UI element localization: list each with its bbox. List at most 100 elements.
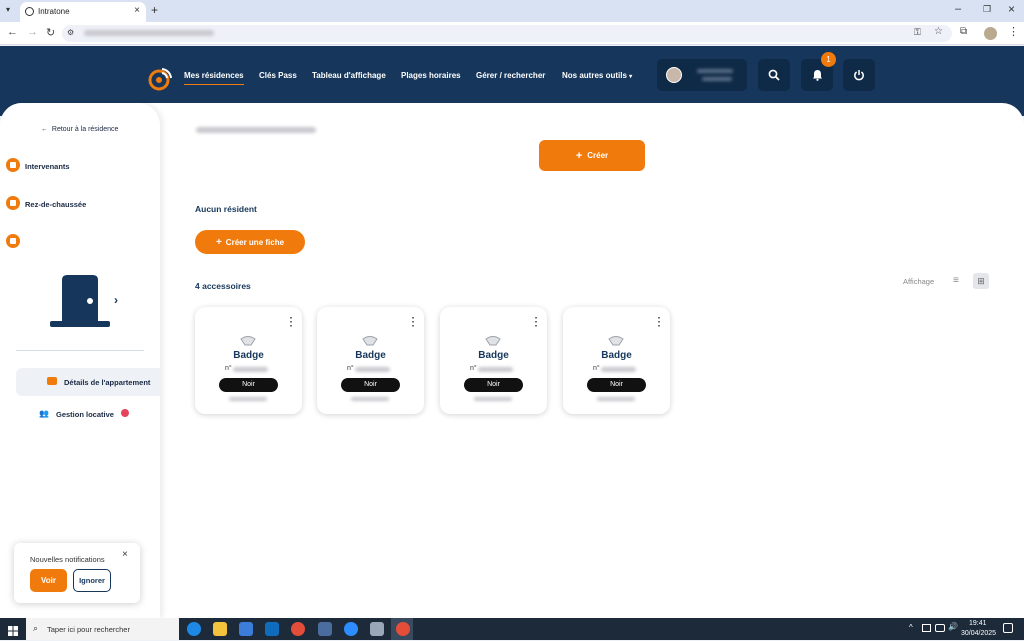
sidebar-item-rez-de-chaussee[interactable]: Rez-de-chaussée	[25, 200, 86, 209]
minimize-icon[interactable]: –	[955, 3, 961, 15]
grid-view-icon[interactable]: ⊞	[973, 273, 989, 289]
browser-menu-icon[interactable]: ⋮	[1008, 25, 1019, 38]
accessory-card[interactable]: · · · Badge n° Noir	[563, 307, 670, 414]
network-icon[interactable]	[935, 624, 945, 632]
intratone-favicon-icon	[25, 7, 34, 16]
card-number-prefix: n°	[470, 365, 477, 372]
file-explorer-icon[interactable]	[213, 622, 227, 636]
logout-button[interactable]	[843, 59, 875, 91]
tray-app-icon[interactable]	[922, 624, 931, 632]
no-resident-heading: Aucun résident	[195, 204, 257, 214]
apartment-title-redacted	[196, 127, 316, 133]
user-avatar	[666, 67, 682, 83]
accessory-card[interactable]: · · · Badge n° Noir	[440, 307, 547, 414]
restore-icon[interactable]: ❐	[983, 4, 991, 15]
menu-cles-pass[interactable]: Clés Pass	[259, 71, 297, 80]
search-icon: ⌕	[33, 623, 39, 633]
star-icon[interactable]: ☆	[934, 26, 943, 37]
chevron-right-icon[interactable]: ›	[114, 293, 118, 307]
menu-tableau-affichage[interactable]: Tableau d'affichage	[312, 71, 386, 80]
card-color-pill: Noir	[219, 378, 278, 392]
bookmark-icon	[6, 158, 20, 172]
badge-icon	[485, 336, 501, 346]
more-options-icon[interactable]: · · ·	[290, 314, 293, 332]
taskbar-search-box[interactable]: ⌕ Taper ici pour rechercher	[26, 618, 179, 640]
edge-icon[interactable]	[187, 622, 201, 636]
nav-apartment-details[interactable]: Détails de l'appartement	[16, 368, 160, 396]
address-bar[interactable]: ⚙ ⚿ ☆	[62, 25, 952, 42]
tray-chevron-icon[interactable]: ^	[909, 623, 913, 632]
menu-nos-autres-outils[interactable]: Nos autres outils ▾	[562, 71, 632, 80]
nav-rental-management[interactable]: Gestion locative	[56, 410, 114, 419]
store-icon[interactable]	[239, 622, 253, 636]
card-date-redacted	[597, 397, 635, 401]
action-center-icon[interactable]	[1003, 623, 1013, 633]
volume-icon[interactable]: 🔊	[948, 622, 958, 631]
back-arrow-icon[interactable]: ←	[7, 26, 18, 38]
more-options-icon[interactable]: · · ·	[412, 314, 415, 332]
notification-title: Nouvelles notifications	[30, 555, 105, 564]
briefcase-icon	[47, 377, 57, 385]
intratone-logo-icon[interactable]	[148, 65, 174, 91]
more-options-icon[interactable]: · · ·	[535, 314, 538, 332]
badge-icon	[608, 336, 624, 346]
clock-date[interactable]: 30/04/2025	[961, 630, 996, 637]
location-pin-icon	[6, 196, 20, 210]
chrome-active-icon[interactable]	[396, 622, 410, 636]
card-number-prefix: n°	[225, 365, 232, 372]
browser-tab[interactable]: Intratone ×	[20, 2, 146, 22]
back-to-residence-label: Retour à la résidence	[51, 126, 119, 133]
new-tab-icon[interactable]: +	[151, 3, 158, 17]
tab-title: Intratone	[38, 7, 70, 16]
ignore-notifications-button[interactable]: Ignorer	[73, 569, 111, 592]
close-icon[interactable]: ×	[122, 549, 128, 560]
sidebar	[0, 103, 160, 618]
nav-apartment-details-label: Détails de l'appartement	[64, 378, 151, 387]
list-view-icon[interactable]: ≡	[953, 275, 959, 286]
zoom-icon[interactable]	[344, 622, 358, 636]
extensions-icon[interactable]: ⧉	[960, 26, 967, 37]
create-sheet-button[interactable]: + Créer une fiche	[195, 230, 305, 254]
chat-bubble-icon[interactable]	[6, 234, 20, 248]
create-button[interactable]: + Créer	[539, 140, 645, 171]
app-icon[interactable]	[318, 622, 332, 636]
profile-avatar[interactable]	[984, 27, 997, 40]
tab-list-icon[interactable]: ▾	[6, 5, 10, 14]
accessory-card[interactable]: · · · Badge n° Noir	[317, 307, 424, 414]
site-settings-icon[interactable]: ⚙	[67, 28, 74, 37]
reload-icon[interactable]: ↻	[46, 26, 55, 39]
taskbar-search-placeholder: Taper ici pour rechercher	[47, 625, 130, 634]
close-tab-icon[interactable]: ×	[134, 5, 140, 16]
menu-gerer-rechercher[interactable]: Gérer / rechercher	[476, 71, 545, 80]
plus-icon: +	[575, 149, 583, 162]
user-account-button[interactable]	[657, 59, 747, 91]
card-color-pill: Noir	[464, 378, 523, 392]
windows-start-icon[interactable]	[8, 623, 18, 636]
outlook-icon[interactable]	[265, 622, 279, 636]
menu-mes-residences[interactable]: Mes résidences	[184, 71, 244, 85]
back-to-residence-link[interactable]: ← Retour à la résidence	[41, 126, 118, 133]
notification-count-badge: 1	[821, 52, 836, 67]
create-sheet-label: Créer une fiche	[225, 237, 285, 247]
menu-plages-horaires[interactable]: Plages horaires	[401, 71, 461, 80]
app-icon[interactable]	[370, 622, 384, 636]
sidebar-item-intervenants[interactable]: Intervenants	[25, 162, 70, 171]
window-close-icon[interactable]: ×	[1008, 2, 1015, 16]
key-icon[interactable]: ⚿	[914, 27, 921, 38]
card-number-redacted	[478, 367, 513, 372]
card-name: Badge	[355, 350, 386, 361]
badge-icon	[240, 336, 256, 346]
see-notifications-button[interactable]: Voir	[30, 569, 67, 592]
card-number: n°	[470, 365, 477, 372]
sidebar-divider	[16, 350, 144, 351]
accessories-heading: 4 accessoires	[195, 281, 251, 291]
chevron-down-icon: ▾	[629, 74, 633, 80]
clock-time[interactable]: 19:41	[969, 620, 987, 627]
chrome-icon[interactable]	[291, 622, 305, 636]
notification-popup: Nouvelles notifications × Voir Ignorer	[14, 543, 140, 603]
card-name: Badge	[233, 350, 264, 361]
forward-arrow-icon[interactable]: →	[27, 26, 38, 38]
search-button[interactable]	[758, 59, 790, 91]
accessory-card[interactable]: · · · Badge n° Noir	[195, 307, 302, 414]
more-options-icon[interactable]: · · ·	[658, 314, 661, 332]
